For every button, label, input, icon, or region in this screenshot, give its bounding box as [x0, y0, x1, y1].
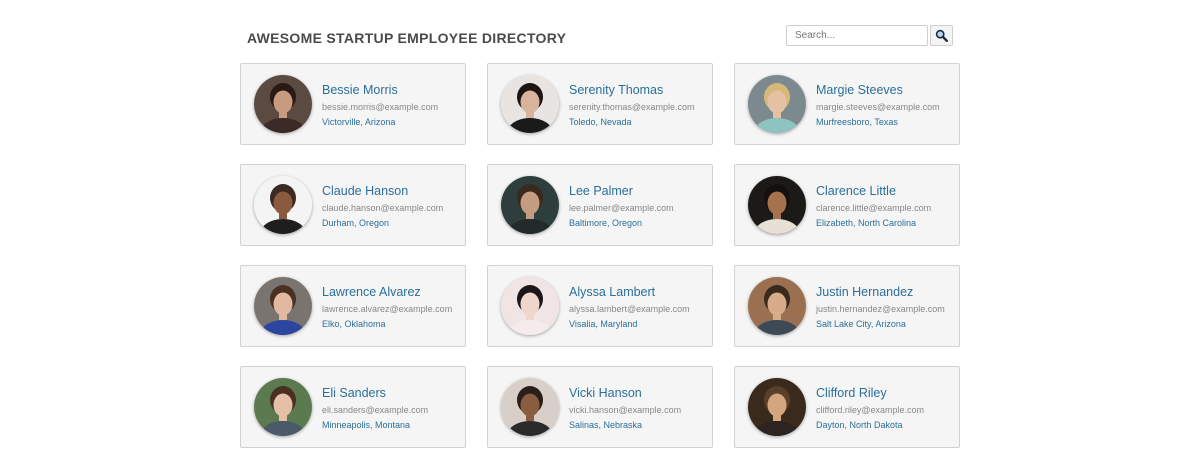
- employee-info: Clifford Riley clifford.riley@example.com…: [816, 385, 955, 431]
- avatar: [254, 75, 312, 133]
- employee-location: Salinas, Nebraska: [569, 420, 643, 430]
- avatar: [501, 378, 559, 436]
- employee-email: clarence.little@example.com: [816, 203, 932, 213]
- employee-card[interactable]: Justin Hernandez justin.hernandez@example…: [734, 265, 960, 347]
- employee-location: Toledo, Nevada: [569, 117, 632, 127]
- employee-info: Serenity Thomas serenity.thomas@example.c…: [569, 82, 708, 128]
- employee-email: justin.hernandez@example.com: [816, 304, 945, 314]
- employee-location: Dayton, North Dakota: [816, 420, 903, 430]
- employee-name: Lee Palmer: [569, 184, 633, 198]
- employee-info: Margie Steeves margie.steeves@example.com…: [816, 82, 955, 128]
- employee-info: Eli Sanders eli.sanders@example.com Minnea…: [322, 385, 461, 431]
- search-button[interactable]: [930, 25, 953, 46]
- employee-location: Durham, Oregon: [322, 218, 390, 228]
- employee-card[interactable]: Clifford Riley clifford.riley@example.com…: [734, 366, 960, 448]
- employee-location: Victorville, Arizona: [322, 117, 396, 127]
- header: AWESOME STARTUP EMPLOYEE DIRECTORY: [241, 24, 959, 50]
- employee-card[interactable]: Clarence Little clarence.little@example.c…: [734, 164, 960, 246]
- avatar: [501, 176, 559, 234]
- search-form: [786, 25, 953, 46]
- employee-info: Alyssa Lambert alyssa.lambert@example.com…: [569, 284, 708, 330]
- employee-name: Justin Hernandez: [816, 285, 914, 299]
- avatar: [254, 378, 312, 436]
- employee-name: Claude Hanson: [322, 184, 409, 198]
- employee-location: Salt Lake City, Arizona: [816, 319, 906, 329]
- employee-email: eli.sanders@example.com: [322, 405, 429, 415]
- employee-email: clifford.riley@example.com: [816, 405, 925, 415]
- employee-card[interactable]: Serenity Thomas serenity.thomas@example.c…: [487, 63, 713, 145]
- employee-location: Minneapolis, Montana: [322, 420, 411, 430]
- employee-card[interactable]: Vicki Hanson vicki.hanson@example.com Sali…: [487, 366, 713, 448]
- employee-location: Visalia, Maryland: [569, 319, 638, 329]
- search-input[interactable]: [786, 25, 928, 46]
- employee-directory-page: AWESOME STARTUP EMPLOYEE DIRECTORY Bessi…: [0, 0, 1200, 462]
- employee-email: vicki.hanson@example.com: [569, 405, 682, 415]
- employee-name: Clifford Riley: [816, 386, 887, 400]
- employee-location: Elko, Oklahoma: [322, 319, 386, 329]
- employee-card[interactable]: Claude Hanson claude.hanson@example.com Du…: [240, 164, 466, 246]
- avatar: [748, 277, 806, 335]
- employee-email: lawrence.alvarez@example.com: [322, 304, 453, 314]
- employee-name: Vicki Hanson: [569, 386, 642, 400]
- employee-info: Lawrence Alvarez lawrence.alvarez@example…: [322, 284, 461, 330]
- employee-card[interactable]: Bessie Morris bessie.morris@example.com Vi…: [240, 63, 466, 145]
- employee-info: Claude Hanson claude.hanson@example.com Du…: [322, 183, 461, 229]
- employee-email: margie.steeves@example.com: [816, 102, 940, 112]
- employee-location: Murfreesboro, Texas: [816, 117, 898, 127]
- employee-name: Serenity Thomas: [569, 83, 664, 97]
- employee-name: Lawrence Alvarez: [322, 285, 421, 299]
- page-title: AWESOME STARTUP EMPLOYEE DIRECTORY: [247, 30, 567, 46]
- employee-card[interactable]: Lawrence Alvarez lawrence.alvarez@example…: [240, 265, 466, 347]
- employee-info: Clarence Little clarence.little@example.c…: [816, 183, 955, 229]
- employee-name: Margie Steeves: [816, 83, 903, 97]
- employee-gallery: Bessie Morris bessie.morris@example.com Vi…: [240, 63, 960, 448]
- employee-name: Alyssa Lambert: [569, 285, 656, 299]
- employee-name: Eli Sanders: [322, 386, 386, 400]
- employee-info: Vicki Hanson vicki.hanson@example.com Sali…: [569, 385, 708, 431]
- avatar: [254, 277, 312, 335]
- employee-card[interactable]: Lee Palmer lee.palmer@example.com Baltimor…: [487, 164, 713, 246]
- magnifier-icon: [935, 29, 948, 42]
- employee-name: Clarence Little: [816, 184, 896, 198]
- employee-email: lee.palmer@example.com: [569, 203, 674, 213]
- employee-info: Justin Hernandez justin.hernandez@example…: [816, 284, 955, 330]
- employee-email: serenity.thomas@example.com: [569, 102, 695, 112]
- employee-email: alyssa.lambert@example.com: [569, 304, 690, 314]
- avatar: [748, 75, 806, 133]
- employee-name: Bessie Morris: [322, 83, 398, 97]
- employee-email: claude.hanson@example.com: [322, 203, 444, 213]
- employee-info: Lee Palmer lee.palmer@example.com Baltimor…: [569, 183, 708, 229]
- avatar: [501, 277, 559, 335]
- employee-email: bessie.morris@example.com: [322, 102, 439, 112]
- employee-card[interactable]: Eli Sanders eli.sanders@example.com Minnea…: [240, 366, 466, 448]
- employee-info: Bessie Morris bessie.morris@example.com Vi…: [322, 82, 461, 128]
- avatar: [501, 75, 559, 133]
- employee-location: Baltimore, Oregon: [569, 218, 643, 228]
- avatar: [254, 176, 312, 234]
- employee-location: Elizabeth, North Carolina: [816, 218, 917, 228]
- employee-card[interactable]: Margie Steeves margie.steeves@example.com…: [734, 63, 960, 145]
- avatar: [748, 378, 806, 436]
- employee-card[interactable]: Alyssa Lambert alyssa.lambert@example.com…: [487, 265, 713, 347]
- avatar: [748, 176, 806, 234]
